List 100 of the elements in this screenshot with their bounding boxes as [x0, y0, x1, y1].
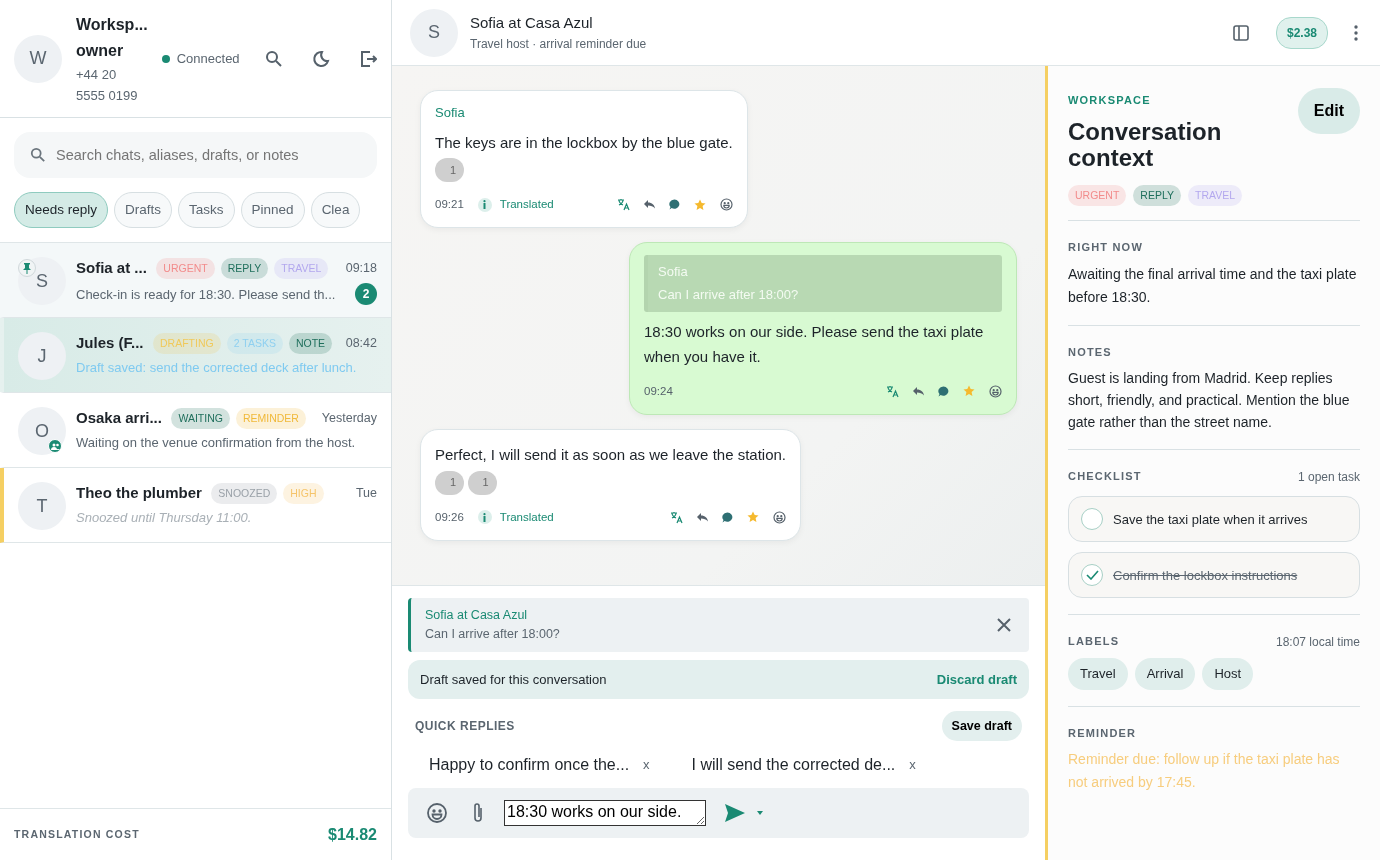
filter-chip[interactable]: Clea — [310, 192, 361, 229]
chat-name: Theo the plumber — [76, 483, 202, 504]
comment-button[interactable] — [938, 385, 949, 397]
close-icon — [997, 617, 1011, 632]
comment-icon — [938, 385, 949, 397]
chat-name: Jules (F... — [76, 333, 144, 354]
logout-icon — [358, 49, 377, 68]
star-icon — [963, 385, 975, 398]
filter-chip[interactable]: Pinned — [240, 192, 305, 229]
translate-button[interactable] — [886, 384, 899, 398]
chat-tag: HIGH — [283, 482, 324, 505]
checklist-item[interactable]: Save the taxi plate when it arrives — [1068, 496, 1360, 543]
eyebrow: WORKSPACE — [1068, 93, 1152, 108]
section-heading: CHECKLIST — [1068, 469, 1142, 485]
star-icon — [693, 198, 706, 211]
reaction-chip[interactable]: 1 — [435, 470, 464, 495]
emoji-button[interactable] — [989, 384, 1002, 398]
panel-title: Conversation context — [1068, 118, 1223, 171]
chat-row[interactable]: J Jules (F... DRAFTING 2 TASKS NOTE 08:42 Draft saved: send the corrected deck after lunch. — [0, 318, 391, 394]
translate-button[interactable] — [670, 510, 683, 524]
message-input[interactable]: 18:30 works on our side. — [504, 800, 706, 827]
quote-sender: Sofia — [658, 263, 689, 282]
section-heading: REMINDER — [1068, 725, 1138, 741]
label-chip[interactable]: Arrival — [1134, 658, 1196, 690]
search-field[interactable]: Search chats, aliases, drafts, or notes — [14, 132, 377, 178]
star-icon — [747, 511, 759, 524]
reply-icon — [913, 386, 924, 396]
chat-tag: SNOOZED — [211, 482, 278, 505]
chat-time: 08:42 — [345, 335, 377, 353]
translate-button[interactable] — [616, 198, 630, 212]
message-text: The keys are in the lockbox by the blue gate. — [435, 132, 733, 153]
reply-button[interactable] — [913, 386, 924, 396]
chat-tag: URGENT — [156, 257, 215, 280]
message-text: Perfect, I will send it as soon as we leave the station. — [435, 445, 786, 465]
info-icon — [477, 197, 492, 212]
chat-time: 09:18 — [345, 260, 377, 278]
panel-toggle-icon — [1231, 23, 1250, 42]
comment-button[interactable] — [722, 511, 733, 523]
reply-button[interactable] — [643, 200, 655, 210]
label-chip[interactable]: Host — [1202, 658, 1254, 690]
emoji-button[interactable] — [773, 510, 786, 524]
reply-text: Can I arrive after 18:00? — [425, 625, 561, 643]
context-tag: TRAVEL — [1188, 184, 1243, 207]
chat-row[interactable]: S Sofia at ... URGENT REPLY TRAVEL 09:18 Check-in is ready for 18:30. Please send th... 2 — [0, 243, 391, 319]
reply-button[interactable] — [697, 512, 708, 522]
comment-button[interactable] — [668, 199, 680, 211]
remove-mark[interactable]: x — [909, 755, 916, 775]
section-heading: NOTES — [1068, 344, 1113, 360]
remove-mark[interactable]: x — [643, 755, 650, 775]
chat-time: Tue — [355, 485, 377, 503]
chat-tag: TRAVEL — [274, 257, 329, 280]
chat-preview: Draft saved: send the corrected deck after lunch. — [76, 359, 357, 378]
account-name: Worksp... owner — [76, 14, 148, 61]
chat-row[interactable]: O Osaka arri... WAITING REMINDER Yesterday Waiting on the venue confirmation from the host. — [0, 393, 391, 469]
star-button[interactable] — [963, 385, 975, 398]
chat-preview: Waiting on the venue confirmation from the host. — [76, 434, 356, 453]
label-chip[interactable]: Travel — [1068, 658, 1128, 690]
reply-icon — [643, 200, 655, 210]
emoji-button[interactable] — [719, 198, 733, 212]
translated-label: Translated — [499, 197, 554, 212]
message-time: 09:26 — [435, 509, 464, 525]
star-button[interactable] — [693, 198, 706, 211]
search-icon — [30, 147, 46, 163]
checklist-label: Save the taxi plate when it arrives — [1113, 510, 1308, 529]
avatar: S — [18, 257, 66, 306]
filter-chip[interactable]: Drafts — [114, 192, 173, 229]
draft-notice: Draft saved for this conversation — [420, 670, 607, 689]
quote-text: Can I arrive after 18:00? — [658, 286, 800, 305]
quick-reply[interactable]: I will send the corrected de... — [691, 752, 896, 777]
chat-row[interactable]: T Theo the plumber SNOOZED HIGH Tue Snoozed until Thursday 11:00. — [0, 468, 391, 544]
save-draft-button[interactable]: Save draft — [941, 710, 1022, 742]
checkbox[interactable] — [1081, 564, 1103, 587]
reaction-chip[interactable]: 1 — [467, 470, 497, 495]
comment-icon — [668, 199, 680, 211]
message-time: 09:21 — [435, 197, 464, 212]
chat-time: Yesterday — [321, 410, 377, 428]
message-sender: Sofia — [435, 104, 466, 122]
chat-tag: WAITING — [171, 407, 230, 430]
checklist-item[interactable]: Confirm the lockbox instructions — [1068, 552, 1360, 599]
edit-button[interactable]: Edit — [1297, 88, 1360, 134]
unread-count: 2 — [355, 283, 377, 306]
conversation-title: Sofia at Casa Azul — [470, 13, 594, 34]
section-heading: LABELS — [1068, 634, 1120, 650]
emoji-icon — [426, 802, 448, 825]
chat-preview: Snoozed until Thursday 11:00. — [76, 509, 252, 528]
info-icon — [477, 510, 492, 525]
right-now-text: Awaiting the final arrival time and the taxi plate before 18:30. — [1068, 264, 1358, 307]
filter-chip[interactable]: Tasks — [178, 192, 235, 229]
cost-badge: $2.38 — [1275, 16, 1328, 49]
quick-reply[interactable]: Happy to confirm once the... — [429, 752, 630, 777]
section-heading: RIGHT NOW — [1068, 240, 1144, 256]
star-button[interactable] — [747, 511, 759, 524]
filter-chip[interactable]: Needs reply — [14, 192, 109, 229]
emoji-icon — [773, 510, 786, 524]
emoji-icon — [719, 198, 733, 212]
message-text: 18:30 works on our side. Please send the taxi plate when you have it. — [644, 321, 985, 367]
context-tag: URGENT — [1068, 184, 1127, 207]
reaction-chip[interactable]: 1 — [435, 158, 464, 182]
checkbox[interactable] — [1081, 508, 1103, 531]
discard-draft-link[interactable]: Discard draft — [936, 669, 1017, 689]
